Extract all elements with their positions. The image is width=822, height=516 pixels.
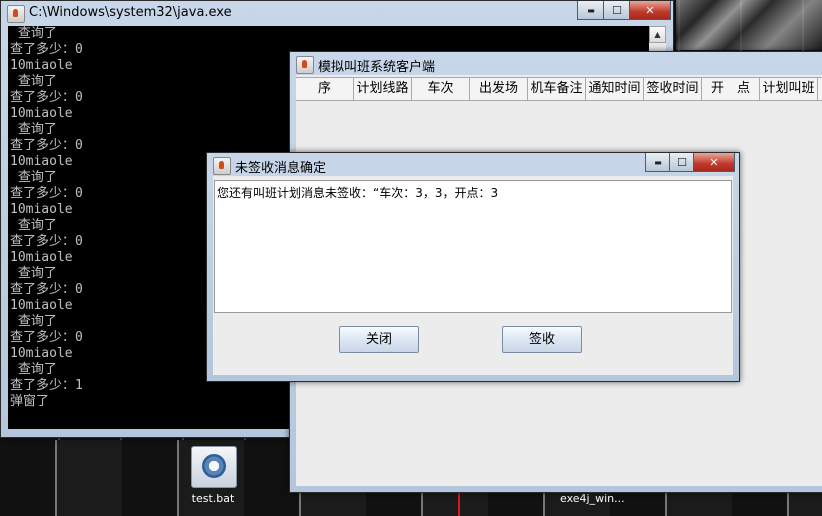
column-header[interactable]: 签收时间: [644, 78, 702, 100]
console-title: C:\Windows\system32\java.exe: [29, 5, 232, 20]
column-header[interactable]: 车次: [412, 78, 470, 100]
dialog-content: 您还有叫班计划消息未签收：“车次：3，3，开点：3 关闭 签收: [213, 176, 733, 375]
unsigned-message-dialog: 未签收消息确定 ▬ ☐ ✕ 您还有叫班计划消息未签收：“车次：3，3，开点：3 …: [206, 152, 740, 382]
desktop-wallpaper-fragment: [676, 0, 822, 50]
table-header: 序计划线路 车次 出发场 机车备注 通知时间 签收时间开 点计划叫班: [296, 77, 822, 101]
minimize-button[interactable]: ▬: [577, 1, 605, 20]
column-header[interactable]: 开 点: [702, 78, 760, 100]
client-title: 模拟叫班系统客户端: [318, 60, 436, 75]
gear-icon: [202, 454, 226, 478]
dialog-maximize-button[interactable]: ☐: [669, 153, 695, 172]
column-header[interactable]: 序: [296, 78, 354, 100]
java-app-icon: [213, 157, 231, 175]
column-header[interactable]: 机车备注: [528, 78, 586, 100]
dialog-titlebar[interactable]: 未签收消息确定 ▬ ☐ ✕: [207, 153, 739, 177]
column-header[interactable]: 通知时间: [586, 78, 644, 100]
dialog-minimize-button[interactable]: ▬: [645, 153, 671, 172]
taskbar-item-label[interactable]: exe4j_win...: [560, 492, 625, 505]
scroll-up-arrow-icon[interactable]: ▲: [649, 26, 666, 43]
close-dialog-button[interactable]: 关闭: [339, 326, 419, 353]
console-titlebar[interactable]: C:\Windows\system32\java.exe ▬ ☐ ✕: [1, 1, 673, 25]
column-header[interactable]: 计划叫班: [760, 78, 818, 100]
console-line: 查询了: [10, 26, 57, 41]
dialog-close-button[interactable]: ✕: [693, 153, 735, 172]
client-titlebar[interactable]: 模拟叫班系统客户端: [290, 52, 822, 76]
console-app-icon: [7, 5, 25, 23]
column-header[interactable]: 出发场: [470, 78, 528, 100]
red-marker: [458, 490, 460, 516]
sign-button[interactable]: 签收: [502, 326, 582, 353]
java-app-icon: [296, 56, 314, 74]
message-text-area[interactable]: 您还有叫班计划消息未签收：“车次：3，3，开点：3: [214, 180, 732, 313]
dialog-title: 未签收消息确定: [235, 161, 327, 176]
desktop-icon-label[interactable]: test.bat: [180, 492, 246, 505]
close-button[interactable]: ✕: [629, 1, 671, 20]
test-bat-icon[interactable]: [191, 446, 237, 488]
maximize-button[interactable]: ☐: [603, 1, 631, 20]
column-header[interactable]: 计划线路: [354, 78, 412, 100]
